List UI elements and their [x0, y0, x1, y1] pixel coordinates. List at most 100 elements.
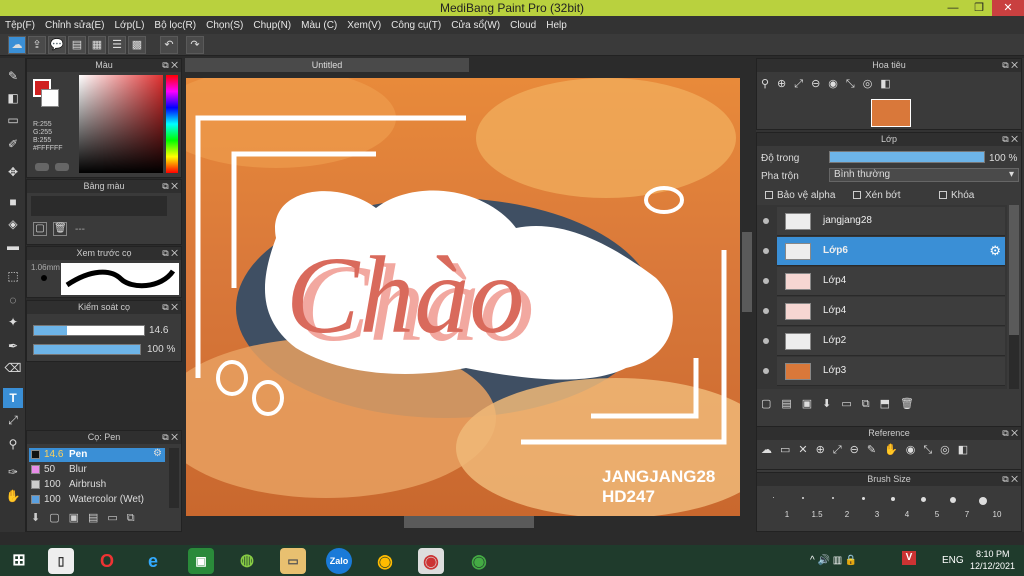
store-icon[interactable]: ▣: [188, 548, 214, 574]
magic-wand-icon[interactable]: ✦: [3, 312, 23, 332]
menu-layer[interactable]: Lớp(L): [110, 20, 150, 31]
eye-icon[interactable]: [763, 308, 769, 314]
grid-icon[interactable]: ▩: [128, 36, 146, 54]
brush-item-blur[interactable]: 50 Blur: [29, 463, 159, 477]
close-icon[interactable]: ⧉ ✕: [1002, 59, 1018, 72]
brush-opacity-slider[interactable]: [33, 344, 141, 355]
layer-row-lop6[interactable]: Lớp6 ⚙: [763, 237, 1005, 266]
color-swap-button[interactable]: [55, 163, 69, 171]
menu-select[interactable]: Chọn(S): [201, 20, 248, 31]
layer-row-lop4a[interactable]: Lớp4: [763, 267, 1005, 296]
chrome-profile-icon[interactable]: ◉: [466, 548, 492, 574]
select-rect-icon[interactable]: ⬚: [3, 266, 23, 286]
hand-tool-icon[interactable]: ✋: [3, 486, 23, 506]
menu-color[interactable]: Màu (C): [296, 20, 342, 31]
select-pen-icon[interactable]: ✒: [3, 336, 23, 356]
folder-icon[interactable]: ▭: [280, 548, 306, 574]
layer-row-jangjang28[interactable]: jangjang28: [763, 207, 1005, 236]
menu-help[interactable]: Help: [541, 20, 572, 31]
brush-size-slider[interactable]: [33, 325, 145, 336]
close-icon[interactable]: ⧉ ✕: [162, 301, 178, 314]
eye-icon[interactable]: [763, 278, 769, 284]
pencil-tool-icon[interactable]: ✐: [3, 134, 23, 154]
brush-size-1-5[interactable]: 1.5: [789, 493, 823, 521]
dropper-tool-icon[interactable]: ✑: [3, 462, 23, 482]
text-tool-icon[interactable]: T: [3, 388, 23, 408]
eye-icon[interactable]: [763, 248, 769, 254]
operation-tool-icon[interactable]: ⤢: [3, 410, 23, 430]
clock-time[interactable]: 8:10 PM: [976, 549, 1010, 559]
background-color-swatch[interactable]: [41, 89, 59, 107]
layer-toolbar[interactable]: ▢▤▣⬇▭⧉⬒🗑: [761, 397, 1021, 415]
gear-icon[interactable]: ⚙: [989, 243, 1001, 259]
protect-alpha-checkbox[interactable]: [765, 191, 773, 199]
rectangle-tool-icon[interactable]: ▭: [3, 110, 23, 130]
eraser-tool-icon[interactable]: ◧: [3, 88, 23, 108]
lock-checkbox[interactable]: [939, 191, 947, 199]
comment-icon[interactable]: 💬: [48, 36, 66, 54]
eye-icon[interactable]: [763, 368, 769, 374]
file-icon[interactable]: ▯: [48, 548, 74, 574]
document-icon[interactable]: ▦: [88, 36, 106, 54]
chat-icon[interactable]: ▤: [68, 36, 86, 54]
tray-icons[interactable]: ^ 🔊 ▥ 🔒: [810, 555, 857, 566]
pen-tool-icon[interactable]: ✎: [3, 66, 23, 86]
brush-item-airbrush[interactable]: 100 Airbrush: [29, 478, 159, 492]
eyedropper-tool-icon[interactable]: ⚲: [3, 434, 23, 454]
brush-size-2[interactable]: 2: [819, 493, 849, 521]
v-app-tray-icon[interactable]: V: [902, 551, 916, 565]
canvas-tab[interactable]: Untitled: [185, 58, 469, 72]
share-icon[interactable]: ⇪: [28, 36, 46, 54]
close-icon[interactable]: ⧉ ✕: [1002, 133, 1018, 146]
close-icon[interactable]: ⧉ ✕: [1002, 427, 1018, 440]
navigator-thumbnail[interactable]: [871, 99, 911, 127]
zalo-icon[interactable]: Zalo: [326, 548, 352, 574]
close-icon[interactable]: ⧉ ✕: [162, 180, 178, 193]
green-app-icon[interactable]: ◍: [234, 548, 260, 574]
menu-view[interactable]: Xem(V): [342, 20, 386, 31]
hue-slider[interactable]: [166, 75, 178, 173]
close-icon[interactable]: ⧉ ✕: [162, 247, 178, 260]
clock-date[interactable]: 12/12/2021: [970, 561, 1015, 571]
brush-list-scrollbar[interactable]: [169, 448, 179, 508]
saturation-value-picker[interactable]: [79, 75, 163, 173]
navigator-toolbar[interactable]: ⚲⊕⤢⊖◉⤡◎◧: [761, 77, 961, 93]
menu-snap[interactable]: Chụp(N): [248, 20, 296, 31]
medibang-icon[interactable]: ◉: [418, 548, 444, 574]
brush-item-watercolor[interactable]: 100 Watercolor (Wet): [29, 493, 159, 507]
close-icon[interactable]: ⧉ ✕: [162, 59, 178, 72]
canvas-vertical-scrollbar[interactable]: [742, 72, 752, 518]
windows-start-icon[interactable]: ⊞: [6, 548, 32, 574]
cloud-icon[interactable]: ☁: [8, 36, 26, 54]
gear-icon[interactable]: ⚙: [153, 448, 162, 459]
internet-explorer-icon[interactable]: e: [140, 548, 166, 574]
brush-size-7[interactable]: 7: [939, 493, 969, 521]
opera-icon[interactable]: O: [94, 548, 120, 574]
brush-size-10[interactable]: 10: [969, 493, 1001, 521]
brush-size-4[interactable]: 4: [879, 493, 909, 521]
menu-file[interactable]: Tệp(F): [0, 20, 40, 31]
move-tool-icon[interactable]: ✥: [3, 162, 23, 182]
close-button[interactable]: ✕: [992, 0, 1024, 16]
color-mode-button[interactable]: [35, 163, 49, 171]
layer-row-lop2[interactable]: Lớp2: [763, 327, 1005, 356]
layer-row-lop3[interactable]: Lớp3: [763, 357, 1005, 386]
language-indicator[interactable]: ENG: [942, 555, 964, 566]
layer-scrollbar[interactable]: [1009, 205, 1019, 389]
close-icon[interactable]: ⧉ ✕: [162, 431, 178, 444]
menu-cloud[interactable]: Cloud: [505, 20, 541, 31]
menu-filter[interactable]: Bộ lọc(R): [149, 20, 201, 31]
eye-icon[interactable]: [763, 218, 769, 224]
palette-area[interactable]: [31, 196, 167, 216]
fill-rect-tool-icon[interactable]: ■: [3, 192, 23, 212]
delete-palette-icon[interactable]: 🗑: [53, 222, 67, 236]
brush-size-3[interactable]: 3: [849, 493, 879, 521]
brush-item-pen[interactable]: 14.6 Pen ⚙: [29, 448, 165, 462]
select-eraser-icon[interactable]: ⌫: [3, 358, 23, 378]
brush-list-toolbar[interactable]: ⬇▢▣▤▭⧉: [31, 511, 179, 529]
minimize-button[interactable]: —: [940, 0, 966, 16]
reference-toolbar[interactable]: ☁▭✕⊕⤢⊖✎✋◉⤡◎◧: [761, 443, 1019, 461]
blend-mode-select[interactable]: Bình thường ▾: [829, 168, 1019, 182]
clip-checkbox[interactable]: [853, 191, 861, 199]
lasso-icon[interactable]: ◌: [3, 290, 23, 310]
